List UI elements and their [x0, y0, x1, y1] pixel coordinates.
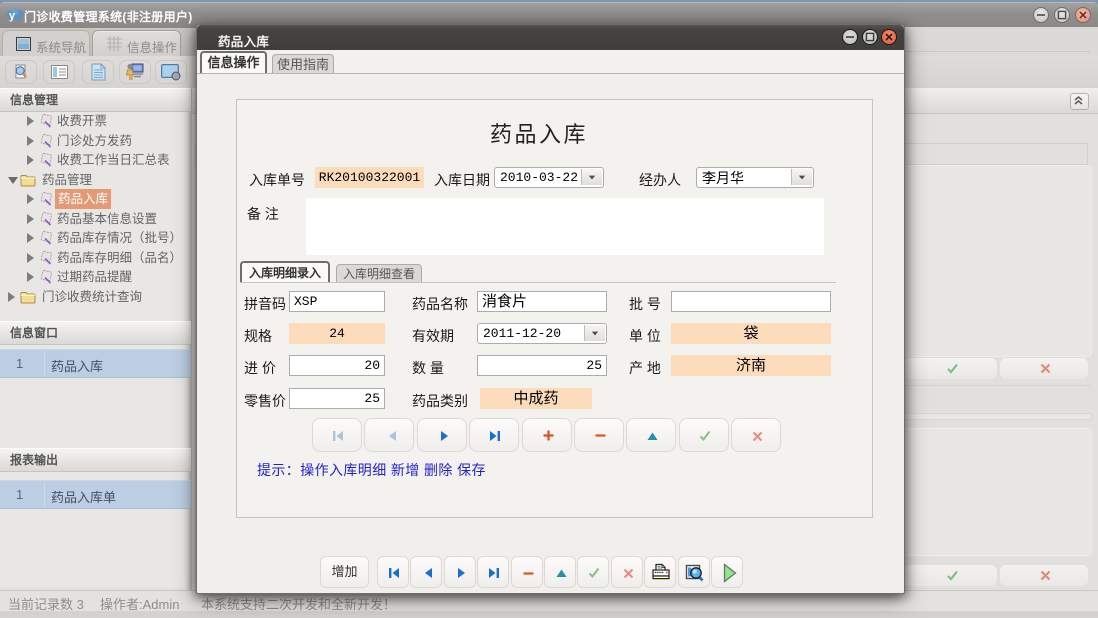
svg-text:y: y — [9, 10, 16, 22]
